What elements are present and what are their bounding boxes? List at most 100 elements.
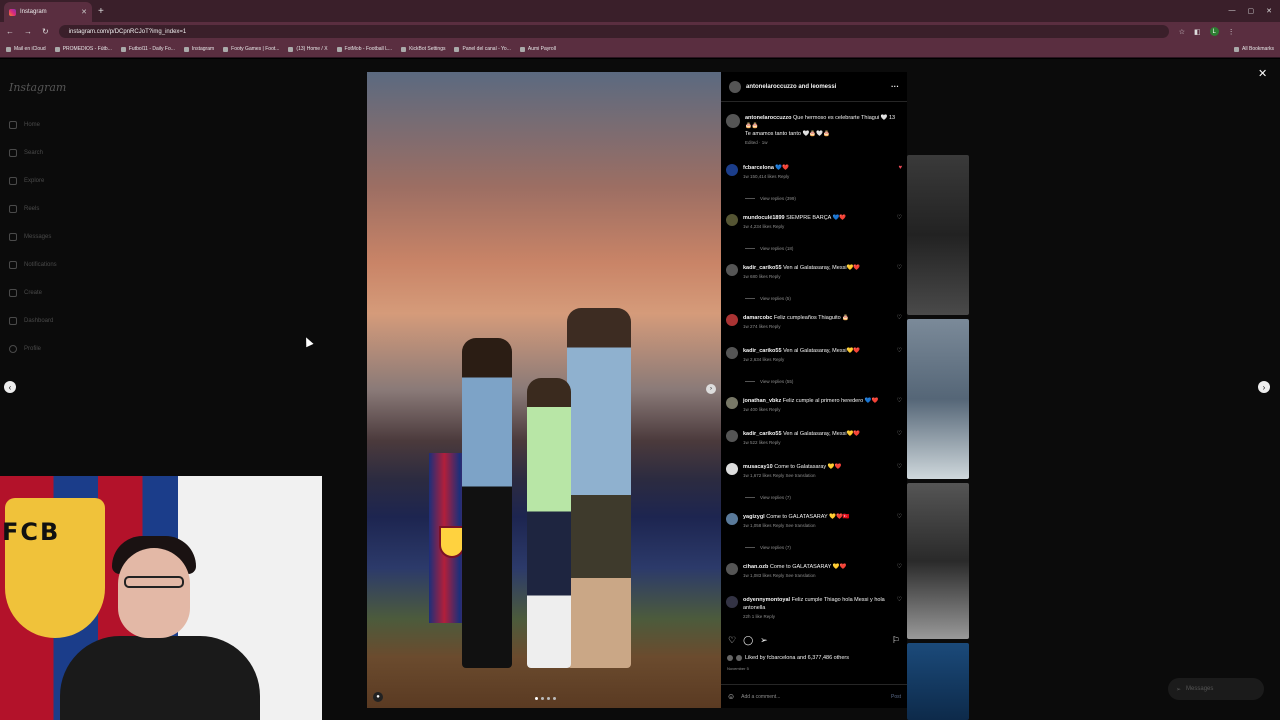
add-comment-input[interactable]: Add a comment... — [741, 694, 780, 700]
bookmark-item[interactable]: Panel del canal - Yo... — [454, 46, 511, 52]
more-options-icon[interactable]: ··· — [891, 82, 899, 91]
sidebar-item-reels[interactable]: Reels — [9, 205, 39, 213]
background-post-thumbnail[interactable] — [907, 155, 969, 315]
view-replies[interactable]: View replies (399) — [745, 196, 796, 201]
messages-pill[interactable]: ➢ Messages — [1168, 678, 1264, 700]
comment-user[interactable]: jonathan_vbkz — [743, 398, 781, 404]
sidebar-item-home[interactable]: Home — [9, 121, 40, 129]
liked-by[interactable]: Liked by fcbarcelona and 6,377,486 other… — [727, 655, 849, 661]
view-replies[interactable]: View replies (7) — [745, 545, 791, 550]
star-icon[interactable]: ☆ — [1179, 28, 1185, 36]
close-modal-icon[interactable]: ✕ — [1258, 67, 1267, 80]
bookmark-item[interactable]: Footy Games | Foot... — [223, 46, 279, 52]
sidebar-item-dashboard[interactable]: Dashboard — [9, 317, 53, 325]
comment-user[interactable]: fcbarcelona — [743, 165, 774, 171]
comment-user[interactable]: mundoculé1899 — [743, 215, 785, 221]
heart-icon[interactable]: ♡ — [892, 397, 902, 414]
heart-icon[interactable]: ♡ — [892, 347, 902, 364]
bookmark-item[interactable]: (13) Home / X — [288, 46, 328, 52]
avatar[interactable] — [726, 114, 740, 128]
heart-icon[interactable]: ♡ — [892, 214, 902, 231]
sidebar-item-create[interactable]: Create — [9, 289, 42, 297]
extension-icon[interactable]: ◧ — [1194, 28, 1201, 36]
next-post-button[interactable]: › — [1258, 381, 1270, 393]
comment-user[interactable]: kadir_cariko55 — [743, 265, 782, 271]
background-post-thumbnail[interactable] — [907, 319, 969, 479]
like-heart-icon[interactable]: ♡ — [728, 635, 736, 646]
avatar[interactable] — [726, 463, 738, 475]
caption-user[interactable]: antonelaroccuzzo — [745, 115, 791, 121]
all-bookmarks[interactable]: All Bookmarks — [1234, 46, 1274, 52]
heart-icon[interactable]: ♡ — [892, 463, 902, 480]
avatar[interactable] — [726, 347, 738, 359]
comment-bubble-icon[interactable]: ◯ — [743, 635, 753, 646]
bookmark-item[interactable]: Futbol11 - Daily Fo... — [120, 46, 175, 52]
view-replies[interactable]: View replies (55) — [745, 379, 793, 384]
avatar[interactable] — [726, 563, 738, 575]
tab-close-icon[interactable]: ✕ — [81, 8, 87, 16]
previous-post-button[interactable]: ‹ — [4, 381, 16, 393]
view-replies[interactable]: View replies (5) — [745, 296, 791, 301]
post-photo[interactable]: ● — [367, 72, 721, 708]
sidebar-item-explore[interactable]: Explore — [9, 177, 44, 185]
comment: odyennymontoyal Feliz cumple Thiago hola… — [726, 596, 902, 621]
avatar[interactable] — [729, 80, 741, 93]
avatar[interactable] — [726, 214, 738, 226]
url-input[interactable]: instagram.com/p/DCpnRCJoT?img_index=1 — [58, 25, 1169, 38]
forward-icon[interactable]: → — [24, 27, 32, 36]
post-author[interactable]: antonelaroccuzzo and leomessi — [746, 84, 836, 90]
bookmark-item[interactable]: PROMEDIOS - Fútb... — [54, 46, 112, 52]
new-tab-button[interactable]: + — [98, 6, 104, 17]
post-comment-button[interactable]: Post — [891, 694, 901, 700]
avatar[interactable] — [726, 397, 738, 409]
browser-tab[interactable]: Instagram ✕ — [4, 2, 92, 22]
bookmark-save-icon[interactable]: ⚐ — [892, 635, 900, 646]
comment-user[interactable]: kadir_cariko55 — [743, 348, 782, 354]
share-send-icon[interactable]: ➢ — [760, 635, 768, 646]
view-replies[interactable]: View replies (7) — [745, 495, 791, 500]
sidebar-item-messages[interactable]: Messages — [9, 233, 51, 241]
bookmark-item[interactable]: Instagram — [183, 46, 214, 52]
comment-user[interactable]: cihan.ozb — [743, 564, 768, 570]
comment-user[interactable]: kadir_cariko55 — [743, 431, 782, 437]
user-tag-icon[interactable]: ● — [373, 692, 383, 702]
comment-user[interactable]: musacay10 — [743, 464, 773, 470]
background-post-thumbnail[interactable] — [907, 643, 969, 720]
comment-text: Come to GALATASARAY 💛❤️ — [769, 564, 847, 570]
avatar[interactable] — [726, 513, 738, 525]
instagram-logo[interactable]: Instagram — [9, 81, 66, 94]
bookmark-item[interactable]: Aumi Payroll — [519, 46, 556, 52]
bookmark-item[interactable]: KickBot Settings — [401, 46, 445, 52]
reload-icon[interactable]: ↻ — [42, 27, 49, 36]
comment-user[interactable]: damarcobc — [743, 315, 772, 321]
back-icon[interactable]: ← — [6, 27, 14, 36]
comment-user[interactable]: yagizygl — [743, 514, 765, 520]
minimize-icon[interactable]: — — [1229, 7, 1236, 15]
window-close-icon[interactable]: ✕ — [1266, 7, 1272, 15]
sidebar-item-notifications[interactable]: Notifications — [9, 261, 57, 269]
avatar[interactable] — [726, 264, 738, 276]
carousel-next-icon[interactable]: › — [706, 384, 716, 394]
background-post-thumbnail[interactable] — [907, 483, 969, 639]
comment-user[interactable]: odyennymontoyal — [743, 597, 790, 603]
avatar[interactable] — [726, 164, 738, 176]
sidebar-item-profile[interactable]: Profile — [9, 345, 41, 353]
heart-icon[interactable]: ♡ — [892, 314, 902, 331]
bookmark-item[interactable]: Mail en iCloud — [6, 46, 46, 52]
profile-avatar[interactable]: L — [1209, 27, 1219, 36]
heart-icon[interactable]: ♡ — [892, 563, 902, 580]
sidebar-item-search[interactable]: Search — [9, 149, 43, 157]
avatar[interactable] — [726, 596, 738, 608]
heart-icon[interactable]: ♡ — [892, 596, 902, 621]
bookmark-item[interactable]: FotMob - Football L... — [336, 46, 392, 52]
emoji-icon[interactable]: ☺ — [727, 692, 735, 701]
view-replies[interactable]: View replies (18) — [745, 246, 793, 251]
avatar[interactable] — [726, 314, 738, 326]
heart-icon[interactable]: ♡ — [892, 430, 902, 447]
maximize-icon[interactable]: ▢ — [1248, 7, 1255, 15]
heart-icon[interactable]: ♡ — [892, 264, 902, 281]
avatar[interactable] — [726, 430, 738, 442]
heart-icon[interactable]: ♡ — [892, 513, 902, 530]
menu-icon[interactable]: ⋮ — [1228, 28, 1235, 36]
heart-icon[interactable]: ♥ — [892, 164, 902, 181]
